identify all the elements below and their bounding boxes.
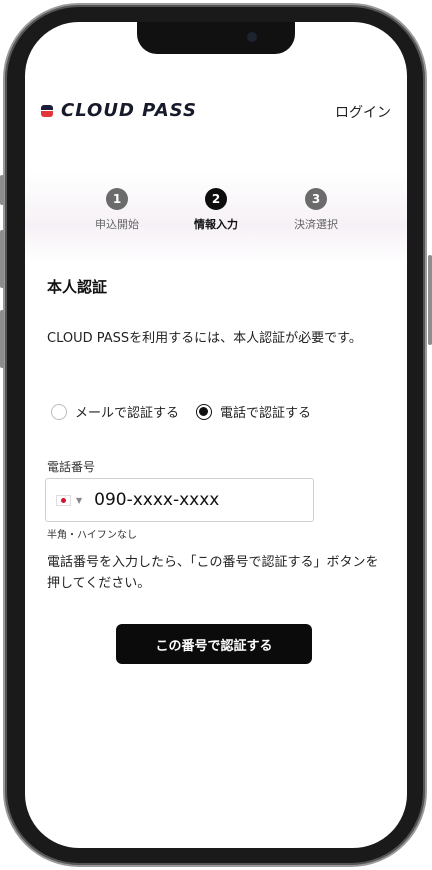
verify-phone-button[interactable]: この番号で認証する [116, 624, 312, 664]
caret-down-icon[interactable]: ▼ [76, 496, 82, 505]
step-2-number: 2 [205, 188, 227, 210]
camera-notch [137, 22, 295, 54]
phone-number-input[interactable] [94, 490, 295, 510]
logo-text: CLOUD PASS [61, 100, 197, 121]
phone-format-hint: 半角・ハイフンなし [47, 530, 137, 541]
step-2-label: 情報入力 [194, 218, 238, 231]
phone-number-field[interactable]: ▼ [45, 478, 314, 522]
front-camera-icon [247, 32, 257, 42]
volume-down-button [0, 230, 4, 288]
power-button [428, 255, 432, 345]
phone-screen: CLOUD PASS ログイン 1 申込開始 2 情報入力 3 決済選択 本人認… [25, 22, 407, 848]
volume-up-button [0, 175, 4, 205]
page-title: 本人認証 [47, 278, 108, 296]
phone-number-label: 電話番号 [47, 460, 96, 474]
japan-flag-icon[interactable] [56, 494, 71, 506]
radio-email-icon[interactable] [51, 403, 67, 420]
logo-mark-icon [41, 103, 53, 119]
step-1: 1 申込開始 [72, 188, 162, 232]
radio-email-label[interactable]: メールで認証する [75, 402, 179, 421]
step-2: 2 情報入力 [171, 188, 261, 232]
radio-phone-label[interactable]: 電話で認証する [220, 402, 311, 421]
verification-instructions: 電話番号を入力したら、「この番号で認証する」ボタンを押してください。 [47, 555, 379, 591]
mute-switch [0, 310, 4, 368]
app-header: CLOUD PASS ログイン [25, 92, 407, 132]
radio-phone-icon[interactable] [196, 403, 212, 420]
step-1-number: 1 [106, 188, 128, 210]
step-3-number: 3 [305, 188, 327, 210]
radio-email-verify[interactable]: メールで認証する [51, 402, 179, 421]
verification-description: CLOUD PASSを利用するには、本人認証が必要です。 [47, 331, 362, 346]
step-3: 3 決済選択 [271, 188, 361, 232]
radio-phone-verify[interactable]: 電話で認証する [196, 402, 311, 421]
cloud-pass-logo[interactable]: CLOUD PASS [41, 100, 197, 121]
step-3-label: 決済選択 [294, 218, 338, 231]
login-link[interactable]: ログイン [335, 102, 391, 122]
step-1-label: 申込開始 [95, 218, 139, 231]
